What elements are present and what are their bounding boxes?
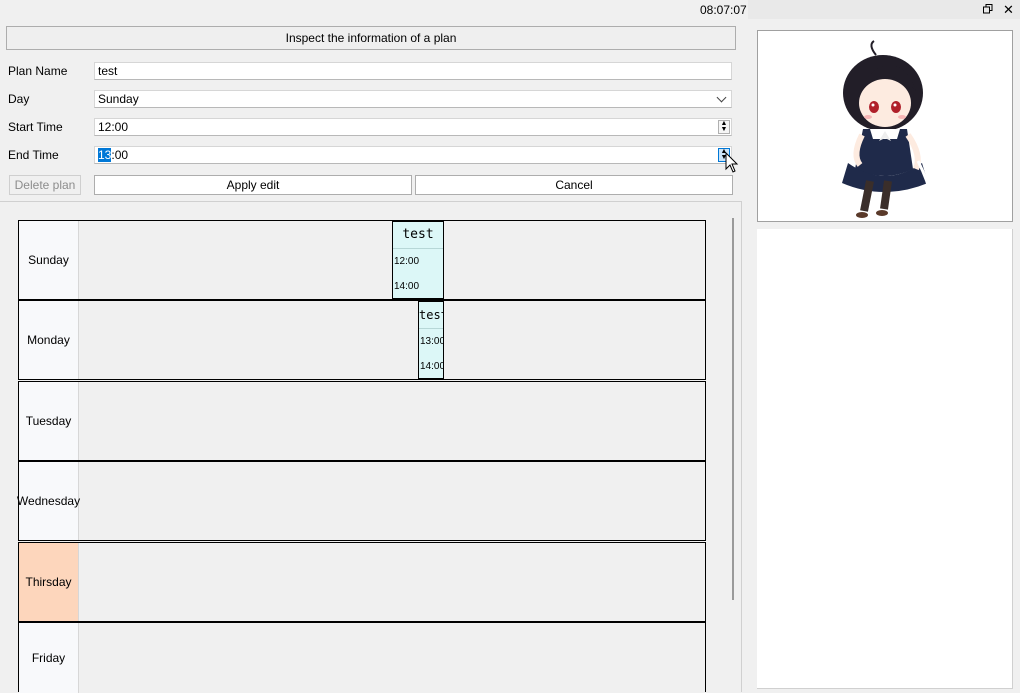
start-time-label: Start Time bbox=[8, 120, 63, 134]
start-time-spinner[interactable]: ▲ ▼ bbox=[718, 120, 730, 134]
plan-name-input[interactable]: test bbox=[94, 62, 732, 80]
schedule-row-monday: Monday test 13:00 14:00 bbox=[18, 300, 706, 380]
mouse-cursor-icon bbox=[725, 152, 739, 173]
start-time-input[interactable]: 12:00 ▲ ▼ bbox=[94, 118, 732, 136]
schedule-row-thirsday: Thirsday bbox=[18, 542, 706, 622]
delete-plan-button[interactable]: Delete plan bbox=[9, 175, 81, 195]
plan-block[interactable]: test 13:00 14:00 bbox=[418, 301, 444, 379]
schedule-row-friday: Friday bbox=[18, 622, 706, 693]
start-time-value: 12:00 bbox=[98, 120, 129, 134]
end-time-selected-text: 13 bbox=[98, 148, 112, 162]
day-label: Day bbox=[8, 92, 30, 106]
clock: 08:07:07 bbox=[700, 3, 747, 17]
day-header: Monday bbox=[19, 301, 79, 379]
plan-block-name: test bbox=[393, 222, 443, 249]
chevron-down-icon bbox=[716, 92, 727, 103]
plan-block-start: 13:00 bbox=[420, 336, 444, 347]
end-time-input[interactable]: 13:00 ▲ ▼ bbox=[94, 146, 732, 164]
vertical-scrollbar[interactable] bbox=[732, 218, 734, 600]
plan-block-end: 14:00 bbox=[394, 281, 420, 292]
apply-edit-button[interactable]: Apply edit bbox=[94, 175, 412, 195]
day-header: Tuesday bbox=[19, 382, 79, 460]
day-select-value: Sunday bbox=[98, 92, 139, 106]
day-select[interactable]: Sunday bbox=[94, 90, 732, 108]
info-text-panel bbox=[757, 229, 1013, 689]
day-header: Wednesday bbox=[17, 462, 80, 540]
restore-window-icon[interactable] bbox=[983, 4, 993, 14]
day-header: Sunday bbox=[19, 221, 79, 299]
close-icon[interactable]: ✕ bbox=[1003, 2, 1014, 18]
day-header: Friday bbox=[19, 623, 79, 693]
plan-block-end: 14:00 bbox=[420, 361, 444, 372]
schedule-row-sunday: Sunday test 12:00 14:00 bbox=[18, 220, 706, 300]
plan-block[interactable]: test 12:00 14:00 bbox=[392, 221, 444, 299]
chibi-character-image bbox=[842, 40, 934, 218]
plan-block-start: 12:00 bbox=[394, 256, 420, 267]
plan-inspect-header[interactable]: Inspect the information of a plan bbox=[6, 26, 736, 50]
plan-name-label: Plan Name bbox=[8, 64, 68, 78]
right-panel-titlebar bbox=[748, 0, 1020, 19]
plan-block-name: test bbox=[419, 302, 443, 329]
schedule-row-tuesday: Tuesday bbox=[18, 381, 706, 461]
day-header-highlighted: Thirsday bbox=[19, 543, 79, 621]
end-time-label: End Time bbox=[8, 148, 59, 162]
cancel-button[interactable]: Cancel bbox=[415, 175, 733, 195]
character-image-frame bbox=[757, 30, 1013, 222]
spin-down-icon[interactable]: ▼ bbox=[719, 126, 729, 133]
header-title: Inspect the information of a plan bbox=[285, 31, 457, 45]
end-time-value-rest: :00 bbox=[111, 148, 129, 162]
schedule-row-wednesday: Wednesday bbox=[17, 461, 706, 541]
plan-name-value: test bbox=[98, 64, 118, 78]
